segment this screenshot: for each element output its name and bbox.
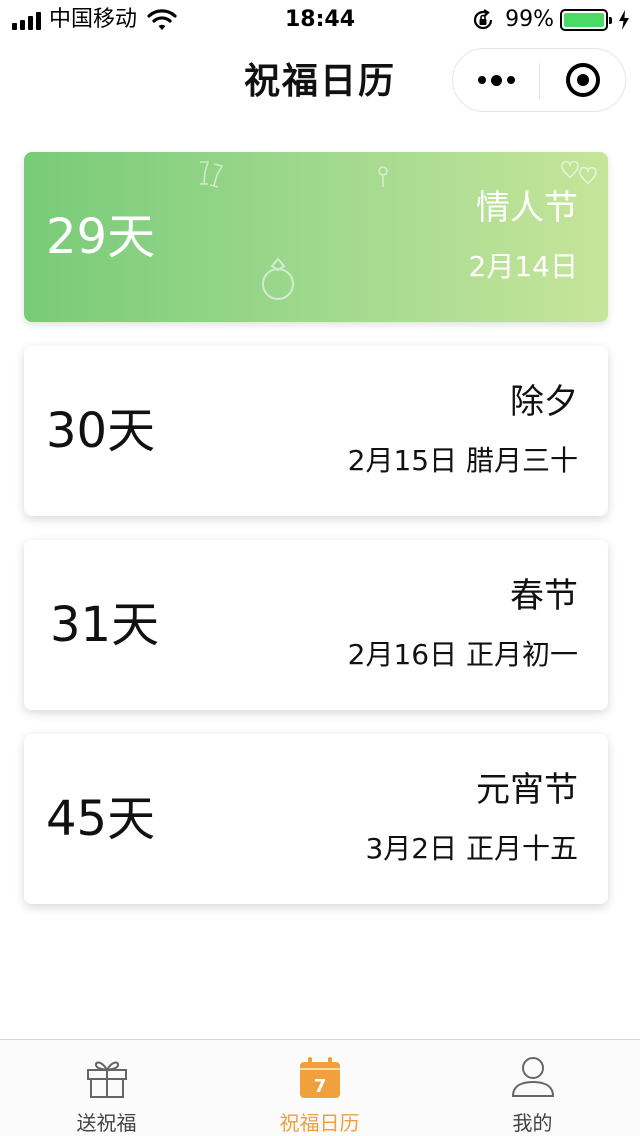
charging-bolt-icon (619, 10, 629, 30)
holiday-card[interactable]: 31天 春节 2月16日 正月初一 (24, 540, 608, 710)
user-icon (511, 1057, 555, 1097)
mini-program-capsule (452, 48, 626, 112)
tab-profile[interactable]: 我的 (426, 1040, 639, 1136)
calendar-day-number: 7 (314, 1076, 327, 1097)
tab-calendar[interactable]: 7 祝福日历 (213, 1040, 426, 1136)
holiday-date: 2月15日 腊月三十 (347, 444, 578, 477)
tab-label: 我的 (512, 1111, 553, 1135)
holiday-date: 2月16日 正月初一 (347, 638, 578, 671)
battery-percent: 99% (505, 7, 554, 32)
tab-bar: 送祝福 7 祝福日历 我的 (0, 1039, 640, 1136)
days-remaining: 30天 (46, 403, 156, 459)
close-button[interactable] (540, 49, 626, 111)
battery-fill (564, 13, 604, 27)
wine-glasses-icon (200, 161, 224, 188)
holiday-name: 除夕 (510, 382, 578, 422)
ring-icon (262, 257, 294, 300)
days-remaining: 31天 (50, 597, 160, 653)
status-bar: 中国移动 18:44 99% (0, 0, 640, 40)
tab-send-wishes[interactable]: 送祝福 (0, 1040, 213, 1136)
rotation-lock-icon (474, 9, 493, 30)
more-dots-icon (490, 74, 502, 86)
holiday-name: 元宵节 (476, 770, 578, 810)
holiday-date: 2月14日 (468, 250, 578, 283)
tab-label: 祝福日历 (279, 1111, 360, 1135)
more-button[interactable] (453, 49, 539, 111)
gift-icon (87, 1061, 127, 1098)
battery-icon (560, 9, 612, 31)
holiday-card-featured[interactable]: 29天 情人节 2月14日 (24, 152, 608, 322)
holiday-name: 春节 (510, 576, 578, 616)
hearts-icon (561, 160, 597, 185)
holiday-name: 情人节 (476, 188, 578, 228)
days-remaining: 45天 (46, 791, 156, 847)
target-circle-icon (566, 63, 600, 97)
flower-icon (378, 166, 388, 187)
tab-label: 送祝福 (76, 1111, 137, 1135)
holiday-card[interactable]: 30天 除夕 2月15日 腊月三十 (24, 346, 608, 516)
holiday-card[interactable]: 45天 元宵节 3月2日 正月十五 (24, 734, 608, 904)
holiday-date: 3月2日 正月十五 (365, 832, 578, 865)
days-remaining: 29天 (46, 209, 156, 265)
calendar-icon: 7 (300, 1057, 340, 1098)
